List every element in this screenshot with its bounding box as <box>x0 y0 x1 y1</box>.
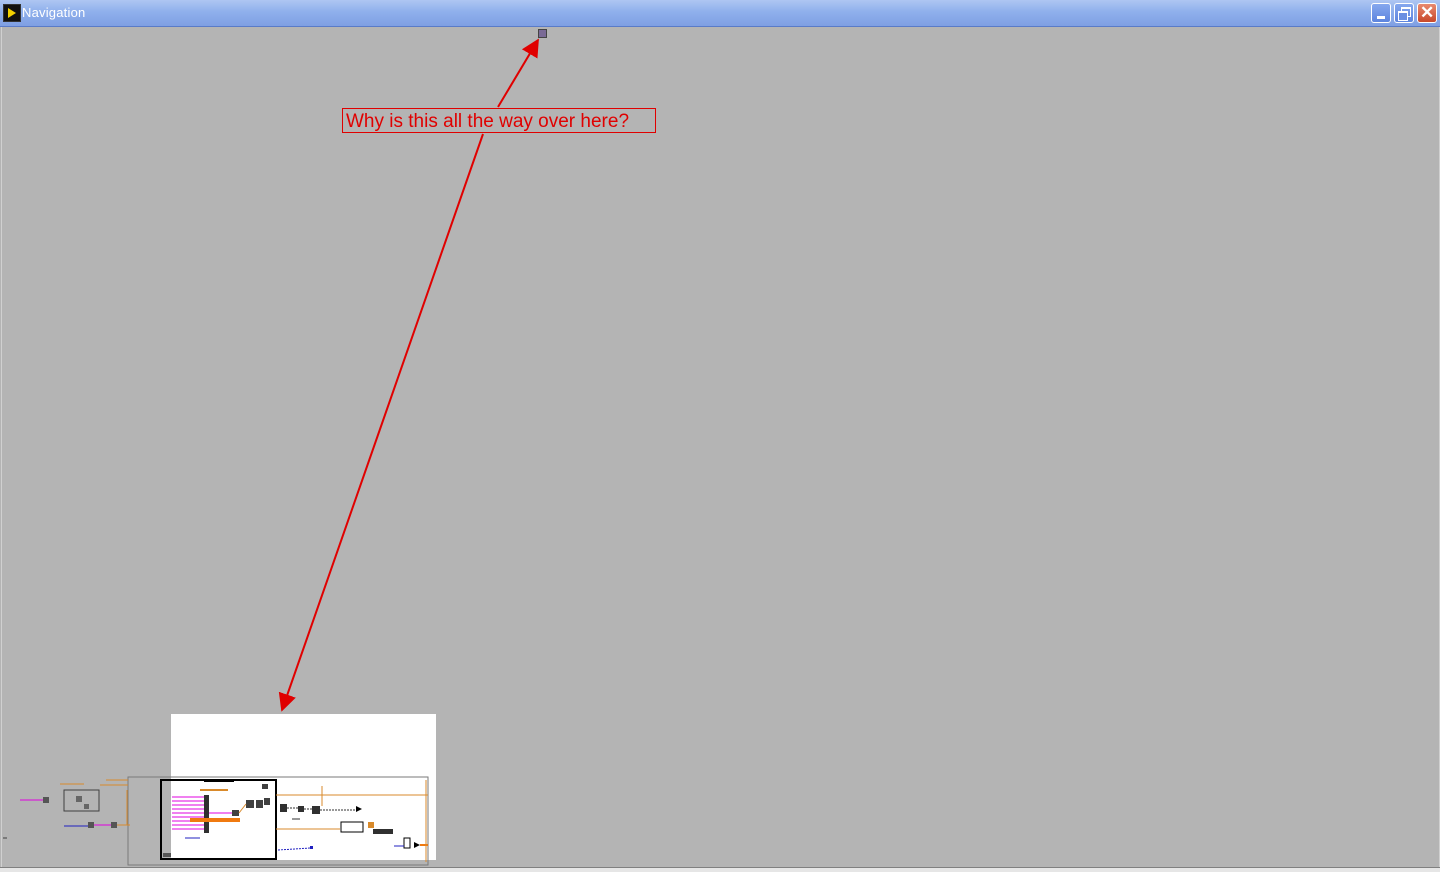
annotation-label: Why is this all the way over here? <box>342 108 656 133</box>
labview-icon[interactable] <box>3 4 21 22</box>
restore-button[interactable] <box>1394 3 1414 23</box>
vi-node-icon[interactable] <box>538 29 547 38</box>
window-bottom-border <box>0 867 1440 872</box>
window-title: Navigation <box>22 5 86 20</box>
minimize-icon <box>1377 16 1385 19</box>
visible-area-highlight[interactable] <box>171 714 436 860</box>
title-bar[interactable]: Navigation ✕ <box>0 0 1440 27</box>
minimize-button[interactable] <box>1371 3 1391 23</box>
close-button[interactable]: ✕ <box>1417 3 1437 23</box>
close-icon: ✕ <box>1420 3 1435 22</box>
navigation-window: Navigation ✕ Why is this all the way ove… <box>0 0 1440 872</box>
annotation-text: Why is this all the way over here? <box>346 111 630 132</box>
